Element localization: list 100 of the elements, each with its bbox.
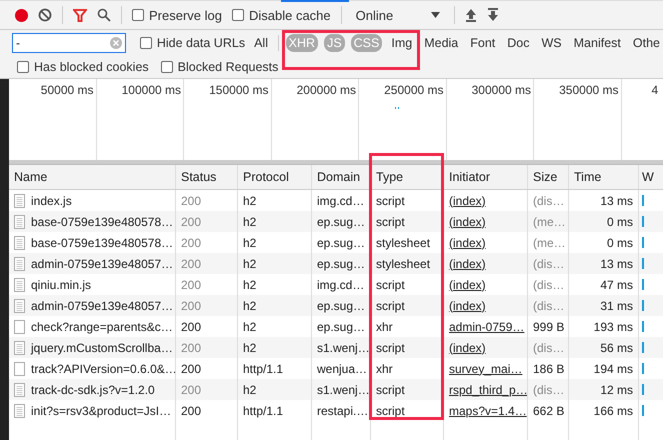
table-cell: (dis…	[528, 253, 569, 274]
checkbox-label: Has blocked cookies	[34, 60, 149, 74]
timeline-tick-label: 100000 ms	[122, 83, 181, 97]
tab-indicator	[281, 0, 349, 2]
table-cell: stylesheet	[371, 253, 444, 274]
column-header[interactable]: Status	[176, 165, 238, 189]
table-cell: 200	[176, 379, 238, 400]
search-icon[interactable]	[97, 8, 111, 22]
document-icon	[14, 236, 25, 250]
timeline-tick-label: 350000 ms	[559, 83, 618, 97]
type-filter-button[interactable]: Img	[388, 34, 416, 52]
column-header[interactable]: Protocol	[238, 165, 312, 189]
document-icon	[14, 194, 25, 208]
checkbox-label: Disable cache	[248, 8, 331, 22]
table-cell: 200	[176, 211, 238, 232]
table-cell: 31 ms	[569, 295, 639, 316]
table-cell: h2	[238, 211, 312, 232]
table-cell: script	[371, 211, 444, 232]
table-cell: 200	[176, 337, 238, 358]
table-cell: s1.wenj…	[312, 379, 371, 400]
timeline-tick-label: 150000 ms	[209, 83, 268, 97]
column-header[interactable]: Type	[371, 165, 444, 189]
type-filter-button[interactable]: All	[251, 34, 271, 52]
table-cell: http/1.1	[238, 400, 312, 421]
download-icon[interactable]	[487, 8, 500, 22]
column-header[interactable]: Time	[569, 165, 639, 189]
type-filter-button[interactable]: WS	[538, 34, 565, 52]
clear-icon[interactable]	[38, 8, 52, 22]
table-cell[interactable]: base-0759e139e480578…	[9, 211, 176, 232]
document-icon	[14, 278, 25, 292]
table-cell[interactable]: jquery.mCustomScrollba…	[9, 337, 176, 358]
upload-icon[interactable]	[465, 8, 478, 22]
checkbox-label: Hide data URLs	[156, 36, 246, 50]
type-filter-button[interactable]: Media	[421, 34, 462, 52]
table-cell: restapi.…	[312, 400, 371, 421]
table-cell: s1.wenj…	[312, 337, 371, 358]
type-filter-button[interactable]: Font	[467, 34, 498, 52]
disable-cache-checkbox[interactable]	[232, 9, 244, 21]
type-filter-button[interactable]: Manifest	[570, 34, 624, 52]
table-cell: script	[371, 400, 444, 421]
table-cell: ep.sug…	[312, 253, 371, 274]
table-cell: 56 ms	[569, 337, 639, 358]
table-cell: h2	[238, 253, 312, 274]
table-cell: 200	[176, 253, 238, 274]
throttling-dropdown[interactable]: Online	[352, 8, 444, 22]
initiator-link[interactable]: rspd_third_p…	[449, 382, 527, 396]
document-icon	[14, 298, 25, 312]
option-checkbox[interactable]	[160, 61, 173, 73]
filter-field[interactable]: -	[12, 33, 126, 53]
table-cell: ep.sug…	[312, 211, 371, 232]
table-cell: (dis…	[528, 379, 569, 400]
initiator-link[interactable]: (index)	[449, 236, 486, 250]
initiator-link[interactable]: (index)	[449, 214, 486, 228]
initiator-link[interactable]: survey_mai…	[449, 362, 522, 376]
option-checkbox[interactable]	[17, 61, 29, 73]
blank-file-icon	[14, 362, 25, 376]
timeline-tick-label: 50000 ms	[40, 83, 94, 97]
type-filter-button[interactable]: Doc	[504, 34, 532, 52]
initiator-link[interactable]: (index)	[449, 340, 486, 354]
table-cell: (dis…	[528, 337, 569, 358]
table-cell[interactable]: track-dc-sdk.js?v=1.2.0	[9, 379, 176, 400]
column-header[interactable]: Name	[9, 165, 176, 189]
document-icon	[14, 382, 25, 396]
column-header[interactable]: Initiator	[444, 165, 528, 189]
checkbox-label: Preserve log	[149, 8, 222, 22]
initiator-link[interactable]: (index)	[449, 256, 486, 270]
filter-icon[interactable]	[73, 8, 87, 22]
table-cell: 0 ms	[569, 211, 639, 232]
initiator-link[interactable]: (index)	[449, 194, 486, 208]
column-header[interactable]: W	[639, 165, 663, 189]
initiator-link[interactable]: maps?v=1.4…	[449, 404, 527, 418]
hide-data-urls-checkbox[interactable]	[140, 37, 152, 49]
blank-file-icon	[14, 320, 25, 334]
caret-icon	[431, 12, 440, 18]
table-cell: 166 ms	[569, 400, 639, 421]
table-cell[interactable]: init?s=rsv3&product=JsI…	[9, 400, 176, 421]
initiator-link[interactable]: (index)	[449, 278, 486, 292]
table-cell: script	[371, 337, 444, 358]
table-cell: h2	[238, 379, 312, 400]
record-button[interactable]	[14, 8, 28, 22]
table-cell: 200	[176, 400, 238, 421]
table-cell: 13 ms	[569, 253, 639, 274]
preserve-log-checkbox[interactable]	[132, 9, 144, 21]
column-header[interactable]: Size	[528, 165, 569, 189]
table-cell: 662 B	[528, 400, 569, 421]
timeline-tick-label: 4	[652, 83, 658, 97]
initiator-link[interactable]: admin-0759…	[449, 320, 524, 334]
table-cell: h2	[238, 337, 312, 358]
column-header[interactable]: Domain	[312, 165, 371, 189]
table-cell[interactable]: admin-0759e139e48057…	[9, 295, 176, 316]
table-cell: (me…	[528, 211, 569, 232]
checkbox-label: Blocked Requests	[178, 60, 278, 74]
timeline-tick-label: 300000 ms	[472, 83, 531, 97]
table-cell: ep.sug…	[312, 295, 371, 316]
table-cell: 12 ms	[569, 379, 639, 400]
table-cell: script	[371, 379, 444, 400]
table-cell[interactable]: admin-0759e139e48057…	[9, 253, 176, 274]
type-filter-button[interactable]: Othe	[630, 34, 663, 52]
initiator-link[interactable]: (index)	[449, 298, 486, 312]
document-icon	[14, 256, 25, 270]
